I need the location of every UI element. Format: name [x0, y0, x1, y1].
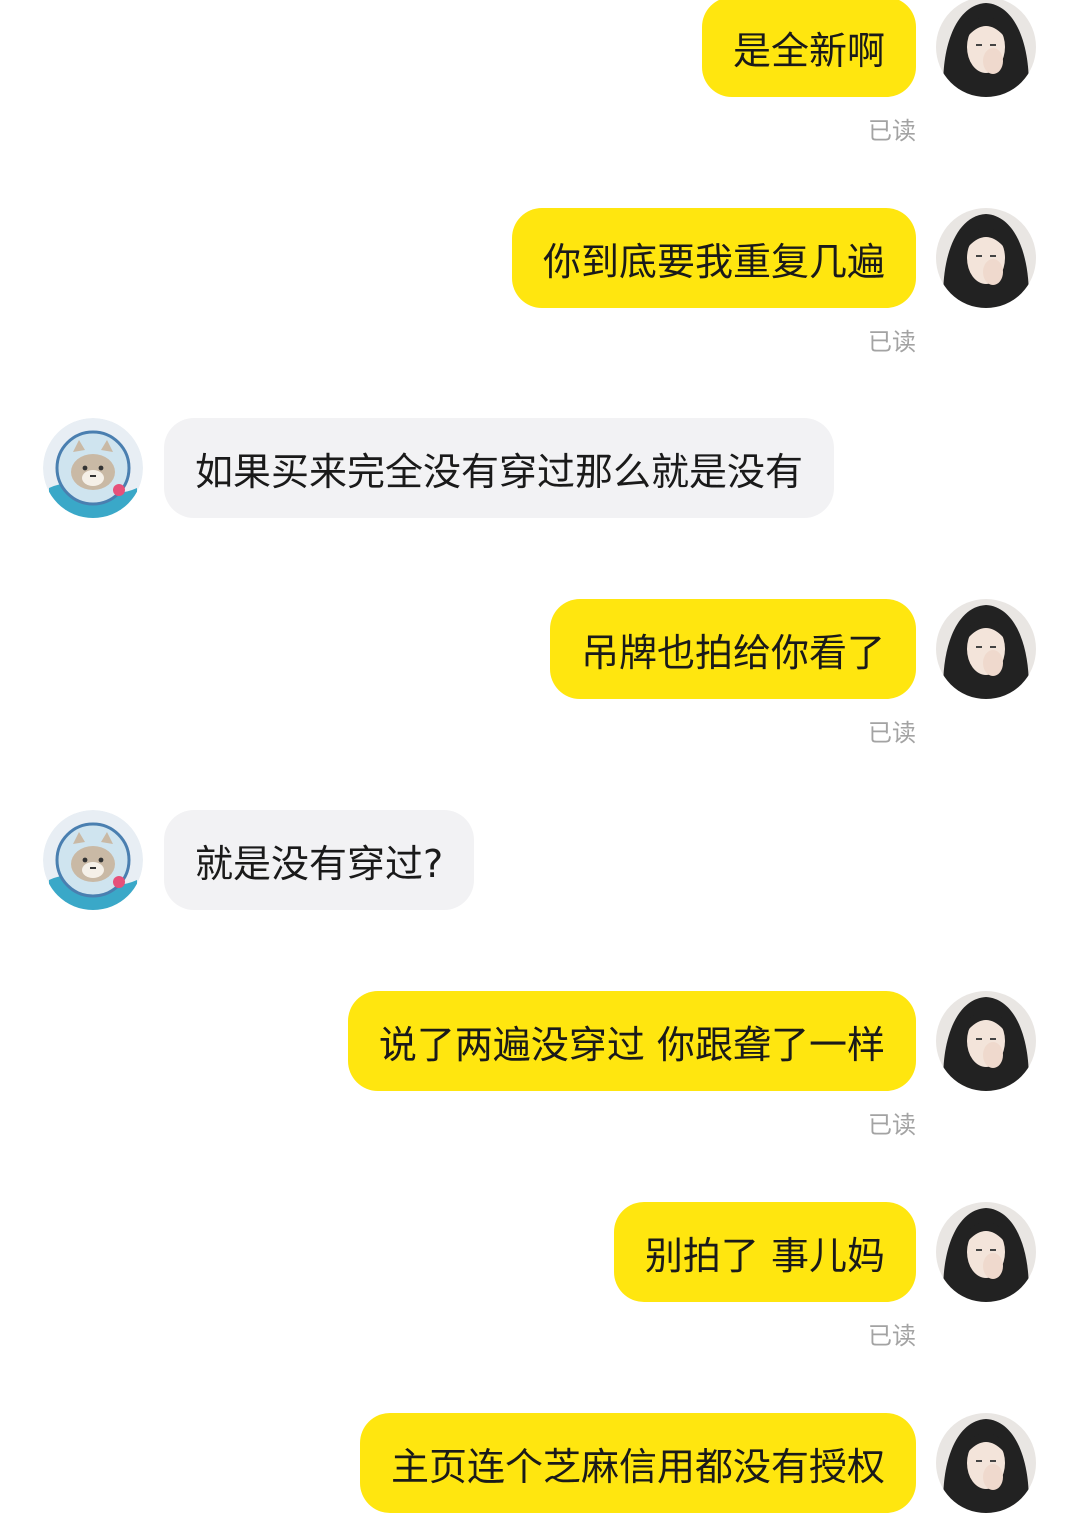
- user-avatar-icon[interactable]: [936, 1413, 1036, 1513]
- message-row: 你到底要我重复几遍 已读: [0, 208, 1080, 356]
- received-message-bubble[interactable]: 就是没有穿过?: [164, 810, 475, 910]
- sent-message-bubble[interactable]: 你到底要我重复几遍: [511, 208, 916, 308]
- received-message-bubble[interactable]: 如果买来完全没有穿过那么就是没有: [164, 418, 835, 518]
- message-row: 别拍了 事儿妈 已读: [0, 1202, 1080, 1350]
- read-status: 已读: [868, 328, 916, 356]
- cat-avatar-icon[interactable]: [43, 810, 143, 910]
- message-row: 主页连个芝麻信用都没有授权: [0, 1413, 1080, 1513]
- user-avatar-icon[interactable]: [936, 208, 1036, 308]
- sent-message-bubble[interactable]: 吊牌也拍给你看了: [549, 599, 916, 699]
- message-row: 吊牌也拍给你看了 已读: [0, 599, 1080, 747]
- sent-message-bubble[interactable]: 是全新啊: [701, 0, 916, 97]
- sent-message-bubble[interactable]: 主页连个芝麻信用都没有授权: [359, 1413, 916, 1513]
- sent-message-bubble[interactable]: 说了两遍没穿过 你跟聋了一样: [347, 991, 916, 1091]
- message-row: 说了两遍没穿过 你跟聋了一样 已读: [0, 991, 1080, 1139]
- user-avatar-icon[interactable]: [936, 599, 1036, 699]
- user-avatar-icon[interactable]: [936, 991, 1036, 1091]
- read-status: 已读: [868, 719, 916, 747]
- message-row: 是全新啊 已读: [0, 0, 1080, 145]
- cat-avatar-icon[interactable]: [43, 418, 143, 518]
- read-status: 已读: [868, 1322, 916, 1350]
- user-avatar-icon[interactable]: [936, 1202, 1036, 1302]
- read-status: 已读: [868, 1111, 916, 1139]
- sent-message-bubble[interactable]: 别拍了 事儿妈: [613, 1202, 916, 1302]
- message-row: 就是没有穿过?: [0, 810, 1080, 910]
- message-row: 如果买来完全没有穿过那么就是没有: [0, 418, 1080, 518]
- user-avatar-icon[interactable]: [936, 0, 1036, 97]
- read-status: 已读: [868, 117, 916, 145]
